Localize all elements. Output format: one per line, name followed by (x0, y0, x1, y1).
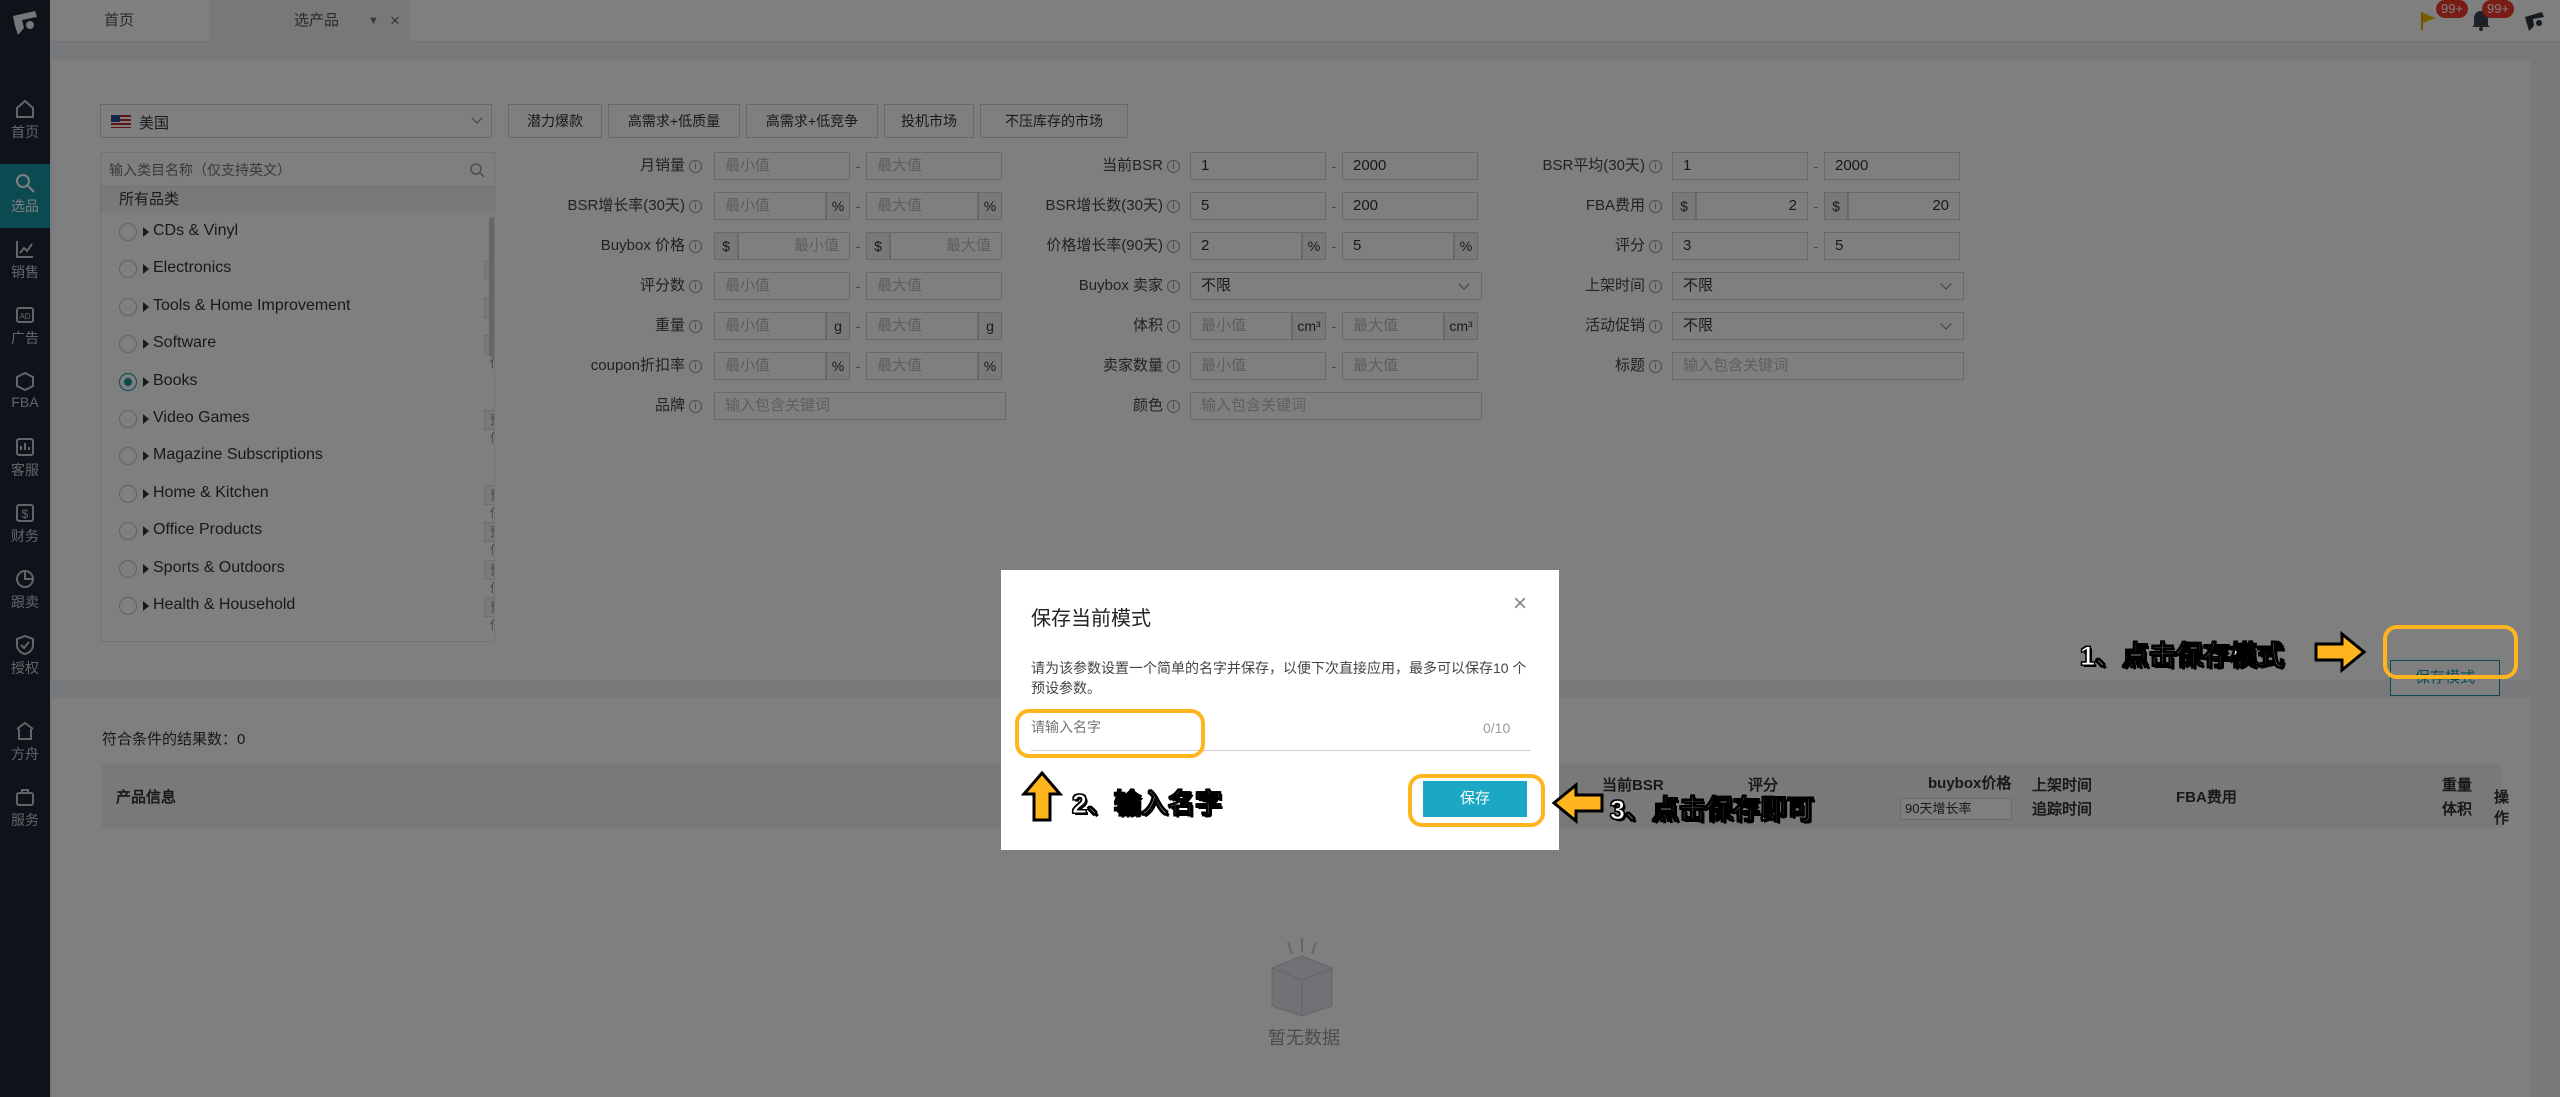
highlight-dialog-save (1408, 774, 1545, 827)
app-root: 首页 选品 销售 AD 广告 FBA 客服 $ 财务 跟卖 (0, 0, 2560, 1097)
annotation-step-2: 2、输入名字 (1071, 789, 1223, 820)
highlight-name-input (1015, 709, 1205, 758)
arrow-up-icon (1020, 770, 1064, 822)
char-count: 0/10 (1483, 720, 1511, 736)
arrow-right-icon (2314, 630, 2367, 674)
highlight-save-mode (2383, 625, 2518, 679)
modal-overlay[interactable] (0, 0, 2560, 1097)
close-icon[interactable]: × (1513, 592, 1527, 616)
annotation-step-3: 3、点击保存即可 (1609, 795, 1815, 826)
arrow-left-icon (1551, 781, 1604, 825)
dialog-description: 请为该参数设置一个简单的名字并保存，以便下次直接应用，最多可以保存10 个预设参… (1031, 660, 1527, 696)
dialog-title: 保存当前模式 (1031, 608, 1151, 630)
annotation-step-1: 1、点击保存模式 (2079, 641, 2285, 672)
